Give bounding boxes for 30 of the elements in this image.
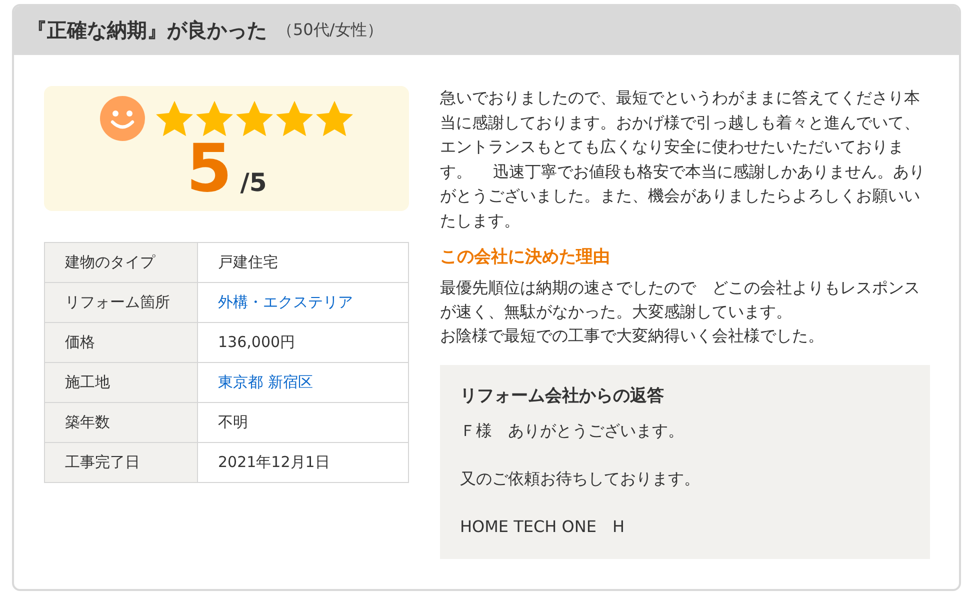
- row-label: 工事完了日: [44, 442, 198, 482]
- reply-text: HOME TECH ONE H: [460, 516, 626, 538]
- star-icon: [316, 100, 353, 137]
- row-label: 築年数: [44, 402, 198, 442]
- reply-text: 又のご依頼お待ちしております。: [460, 468, 701, 490]
- smiley-icon: [100, 96, 145, 141]
- row-label: 価格: [44, 322, 198, 362]
- star-icon: [236, 100, 273, 137]
- reason-heading: この会社に決めた理由: [440, 246, 611, 269]
- review-text: 急いでおりましたので、最短でというわがままに答えてくださり本当に感謝しております。おかげ様で引っ越しも着々と進んでいて、エントランスもとても広くなり安全に使わせたいただいております。 迅速丁寧でお値段も格安で本当に感謝しかありません。ありがとうございました。また、機会がありましたらよろしくお願いいたします。: [440, 87, 926, 232]
- table-cell: 136,000円: [198, 322, 408, 362]
- star-icon: [196, 100, 233, 137]
- review-title: 『正確な納期』が良かった: [27, 17, 267, 44]
- table-cell: 2021年12月1日: [198, 442, 408, 482]
- detail-link[interactable]: 外構・エクステリア: [218, 293, 353, 311]
- reply-heading: リフォーム会社からの返答: [460, 385, 665, 407]
- row-label: 建物のタイプ: [44, 242, 198, 282]
- reason-text: 最優先順位は納期の速さでしたので どこの会社よりもレスポンスが速く、無駄がなかった。大変感謝しています。: [440, 277, 921, 323]
- table-cell: 不明: [198, 402, 408, 442]
- rating-max: /5: [240, 168, 267, 197]
- row-label: 施工地: [44, 362, 198, 402]
- reviewer-info: （50代/女性）: [277, 20, 383, 41]
- detail-link[interactable]: 東京都 新宿区: [218, 373, 313, 391]
- reason-text: お陰様で最短での工事で大変納得いく会社様でした。: [440, 325, 825, 347]
- star-icon: [156, 100, 193, 137]
- table-cell: 戸建住宅: [198, 242, 408, 282]
- row-label: リフォーム箇所: [44, 282, 198, 322]
- star-icon: [276, 100, 313, 137]
- rating-score: 5: [186, 135, 232, 203]
- reply-text: Ｆ様 ありがとうございます。: [460, 420, 685, 442]
